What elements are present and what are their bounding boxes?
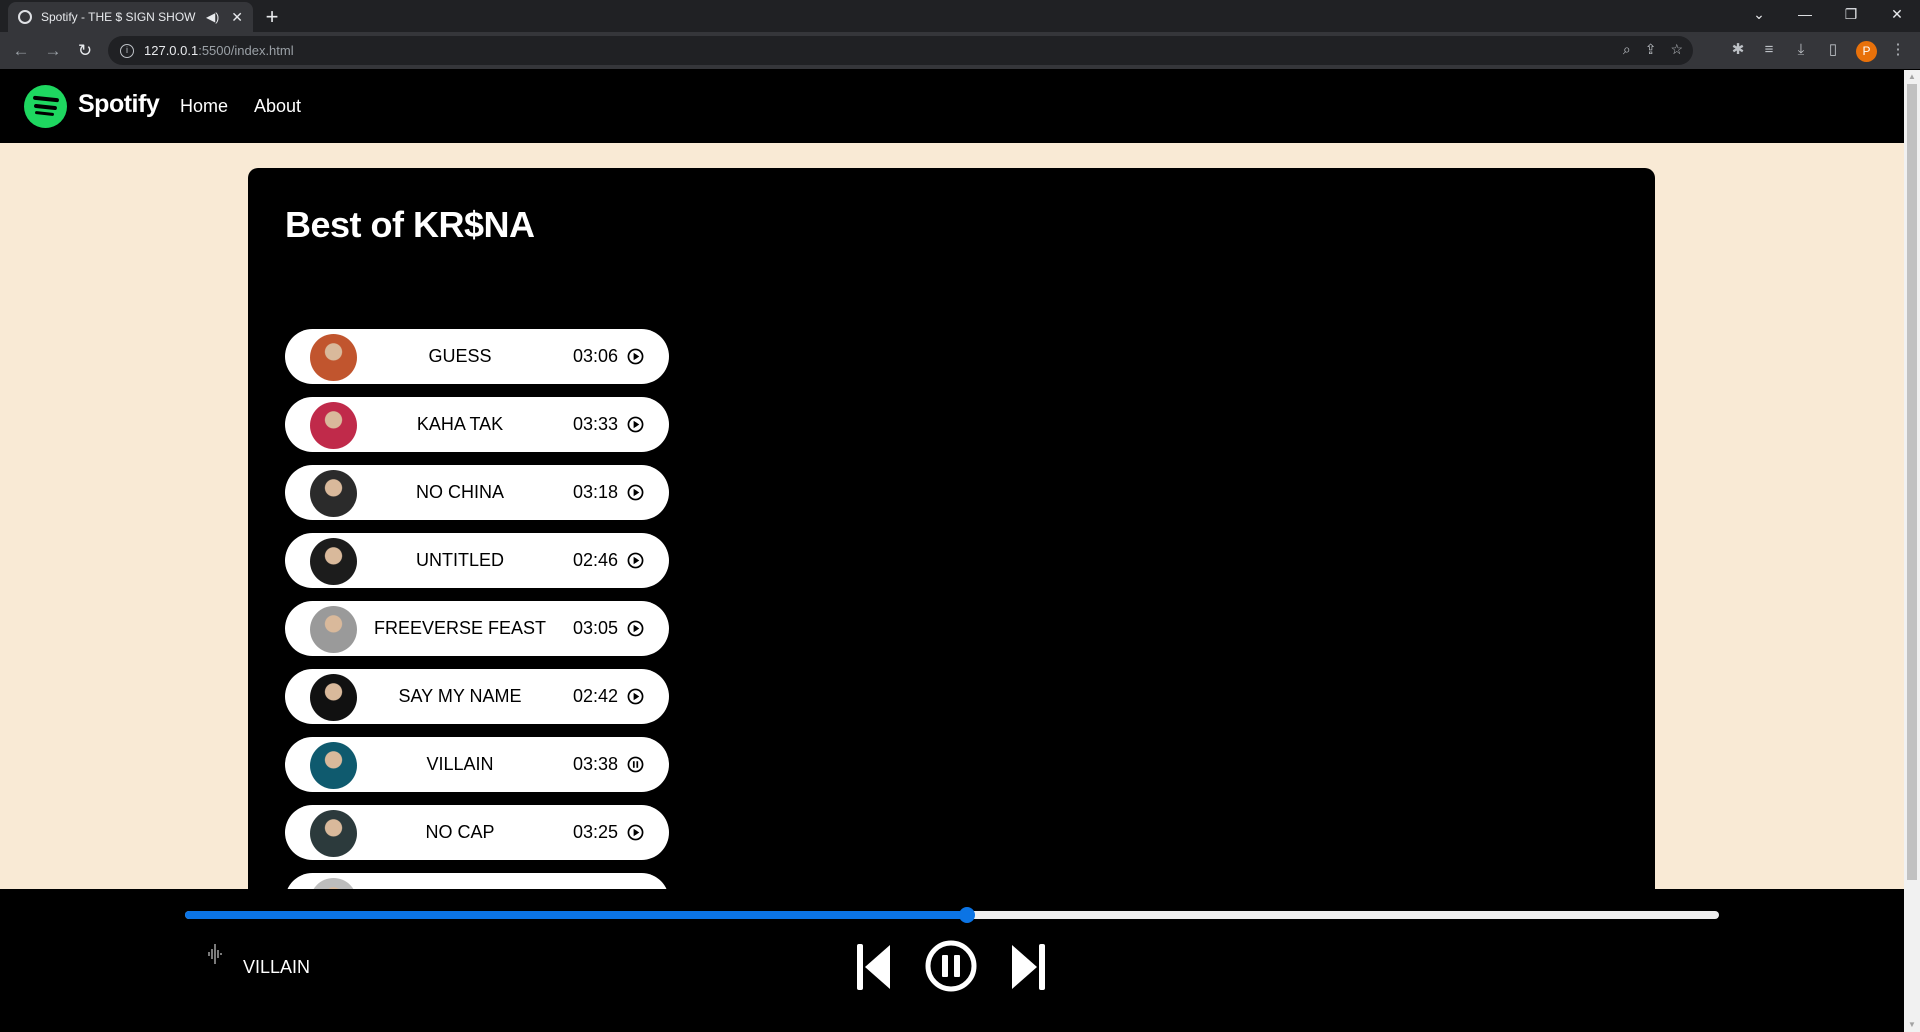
song-duration: 03:06 (573, 346, 619, 366)
song-item[interactable]: FREEVERSE FEAST 03:05 (285, 601, 669, 656)
page-scrollbar[interactable]: ▲ ▼ (1904, 70, 1920, 1032)
play-circle-icon[interactable] (627, 416, 644, 433)
restore-button[interactable]: ❐ (1828, 0, 1874, 30)
extensions-icon[interactable]: ✱ (1726, 38, 1750, 62)
window-close-button[interactable]: ✕ (1874, 0, 1920, 30)
song-name: GUESS (428, 346, 492, 366)
minimize-button[interactable]: — (1782, 0, 1828, 30)
song-cover-image (310, 538, 357, 585)
forward-icon[interactable]: → (42, 40, 64, 62)
progress-bar[interactable] (185, 907, 1719, 923)
song-duration: 03:25 (573, 822, 619, 842)
playlist-container: Best of KR$NA GUESS 03:06 KAHA TAK 03:33 NO … (248, 168, 1655, 968)
song-duration: 02:42 (573, 686, 619, 706)
song-cover-image (310, 334, 357, 381)
omnibox-actions: ⌕ ⇪ ☆ (1623, 41, 1683, 58)
url-host: 127.0.0.1 (144, 43, 199, 58)
site-info-icon[interactable]: i (120, 43, 134, 58)
scroll-up-arrow-icon[interactable]: ▲ (1904, 70, 1920, 84)
bottom-player: VILLAIN (0, 889, 1904, 1032)
tab-strip: Spotify - THE $ SIGN SHOW ◀) ✕ + ⌄ — ❐ ✕ (0, 0, 1920, 32)
nav-link-home[interactable]: Home (180, 96, 228, 117)
song-duration: 02:46 (573, 550, 619, 570)
song-duration: 03:33 (573, 414, 619, 434)
song-name: KAHA TAK (416, 414, 504, 434)
song-item[interactable]: KAHA TAK 03:33 (285, 397, 669, 452)
song-name: VILLAIN (426, 754, 494, 774)
playlist-title: Best of KR$NA (285, 204, 535, 245)
spotify-logo-icon[interactable] (24, 85, 67, 128)
song-name: FREEVERSE FEAST (373, 618, 547, 638)
zoom-icon[interactable]: ⌕ (1623, 41, 1631, 58)
next-track-icon[interactable] (1009, 942, 1047, 992)
tab-search-icon[interactable]: ⌄ (1736, 0, 1782, 30)
url-path: :5500/index.html (198, 43, 294, 58)
web-page: Spotify Home About Best of KR$NA GUESS 03… (0, 70, 1904, 1032)
song-name: NO CAP (425, 822, 495, 842)
browser-toolbar: ← → ↻ i 127.0.0.1:5500/index.html ⌕ ⇪ ☆ … (0, 32, 1920, 70)
site-navbar: Spotify Home About (0, 70, 1904, 143)
media-queue-icon[interactable]: ≡ (1757, 38, 1781, 62)
song-cover-image (310, 606, 357, 653)
share-icon[interactable]: ⇪ (1645, 41, 1657, 58)
play-circle-icon[interactable] (627, 620, 644, 637)
progress-fill (185, 911, 968, 919)
play-circle-icon[interactable] (627, 552, 644, 569)
back-icon[interactable]: ← (10, 40, 32, 62)
song-item[interactable]: GUESS 03:06 (285, 329, 669, 384)
address-bar[interactable]: i 127.0.0.1:5500/index.html ⌕ ⇪ ☆ (108, 36, 1693, 65)
song-name: UNTITLED (415, 550, 504, 570)
pause-circle-icon[interactable] (627, 756, 644, 773)
song-duration: 03:18 (573, 482, 619, 502)
previous-track-icon[interactable] (855, 942, 893, 992)
scroll-thumb[interactable] (1907, 84, 1917, 880)
spotify-favicon-icon (18, 10, 32, 24)
menu-kebab-icon[interactable]: ⋮ (1886, 38, 1910, 62)
song-duration: 03:38 (573, 754, 619, 774)
pause-button[interactable] (924, 939, 978, 993)
song-cover-image (310, 402, 357, 449)
song-item[interactable]: NO CHINA 03:18 (285, 465, 669, 520)
song-name: SAY MY NAME (398, 686, 522, 706)
scroll-down-arrow-icon[interactable]: ▼ (1904, 1018, 1920, 1032)
play-circle-icon[interactable] (627, 348, 644, 365)
song-item[interactable]: UNTITLED 02:46 (285, 533, 669, 588)
tab-close-icon[interactable]: ✕ (231, 9, 243, 26)
song-item[interactable]: SAY MY NAME 02:42 (285, 669, 669, 724)
song-cover-image (310, 674, 357, 721)
song-item[interactable]: VILLAIN 03:38 (285, 737, 669, 792)
download-icon[interactable]: ⤓ (1789, 38, 1813, 62)
play-circle-icon[interactable] (627, 688, 644, 705)
song-duration: 03:05 (573, 618, 619, 638)
nav-link-about[interactable]: About (254, 96, 301, 117)
sound-wave-icon (208, 944, 222, 964)
now-playing-title: VILLAIN (243, 957, 311, 977)
play-circle-icon[interactable] (627, 824, 644, 841)
brand-name[interactable]: Spotify (78, 90, 160, 119)
reload-icon[interactable]: ↻ (74, 40, 96, 62)
side-panel-icon[interactable]: ▯ (1821, 38, 1845, 62)
song-cover-image (310, 810, 357, 857)
tab-audio-icon[interactable]: ◀) (206, 10, 219, 24)
bookmark-star-icon[interactable]: ☆ (1670, 41, 1683, 58)
song-cover-image (310, 742, 357, 789)
browser-chrome: Spotify - THE $ SIGN SHOW ◀) ✕ + ⌄ — ❐ ✕… (0, 0, 1920, 70)
song-cover-image (310, 470, 357, 517)
progress-knob[interactable] (959, 907, 976, 923)
song-name: NO CHINA (415, 482, 504, 502)
profile-avatar[interactable]: P (1856, 41, 1877, 62)
song-item[interactable]: NO CAP 03:25 (285, 805, 669, 860)
browser-tab[interactable]: Spotify - THE $ SIGN SHOW ◀) ✕ (8, 2, 253, 32)
tab-title: Spotify - THE $ SIGN SHOW (41, 10, 196, 24)
play-circle-icon[interactable] (627, 484, 644, 501)
new-tab-button[interactable]: + (258, 4, 286, 32)
